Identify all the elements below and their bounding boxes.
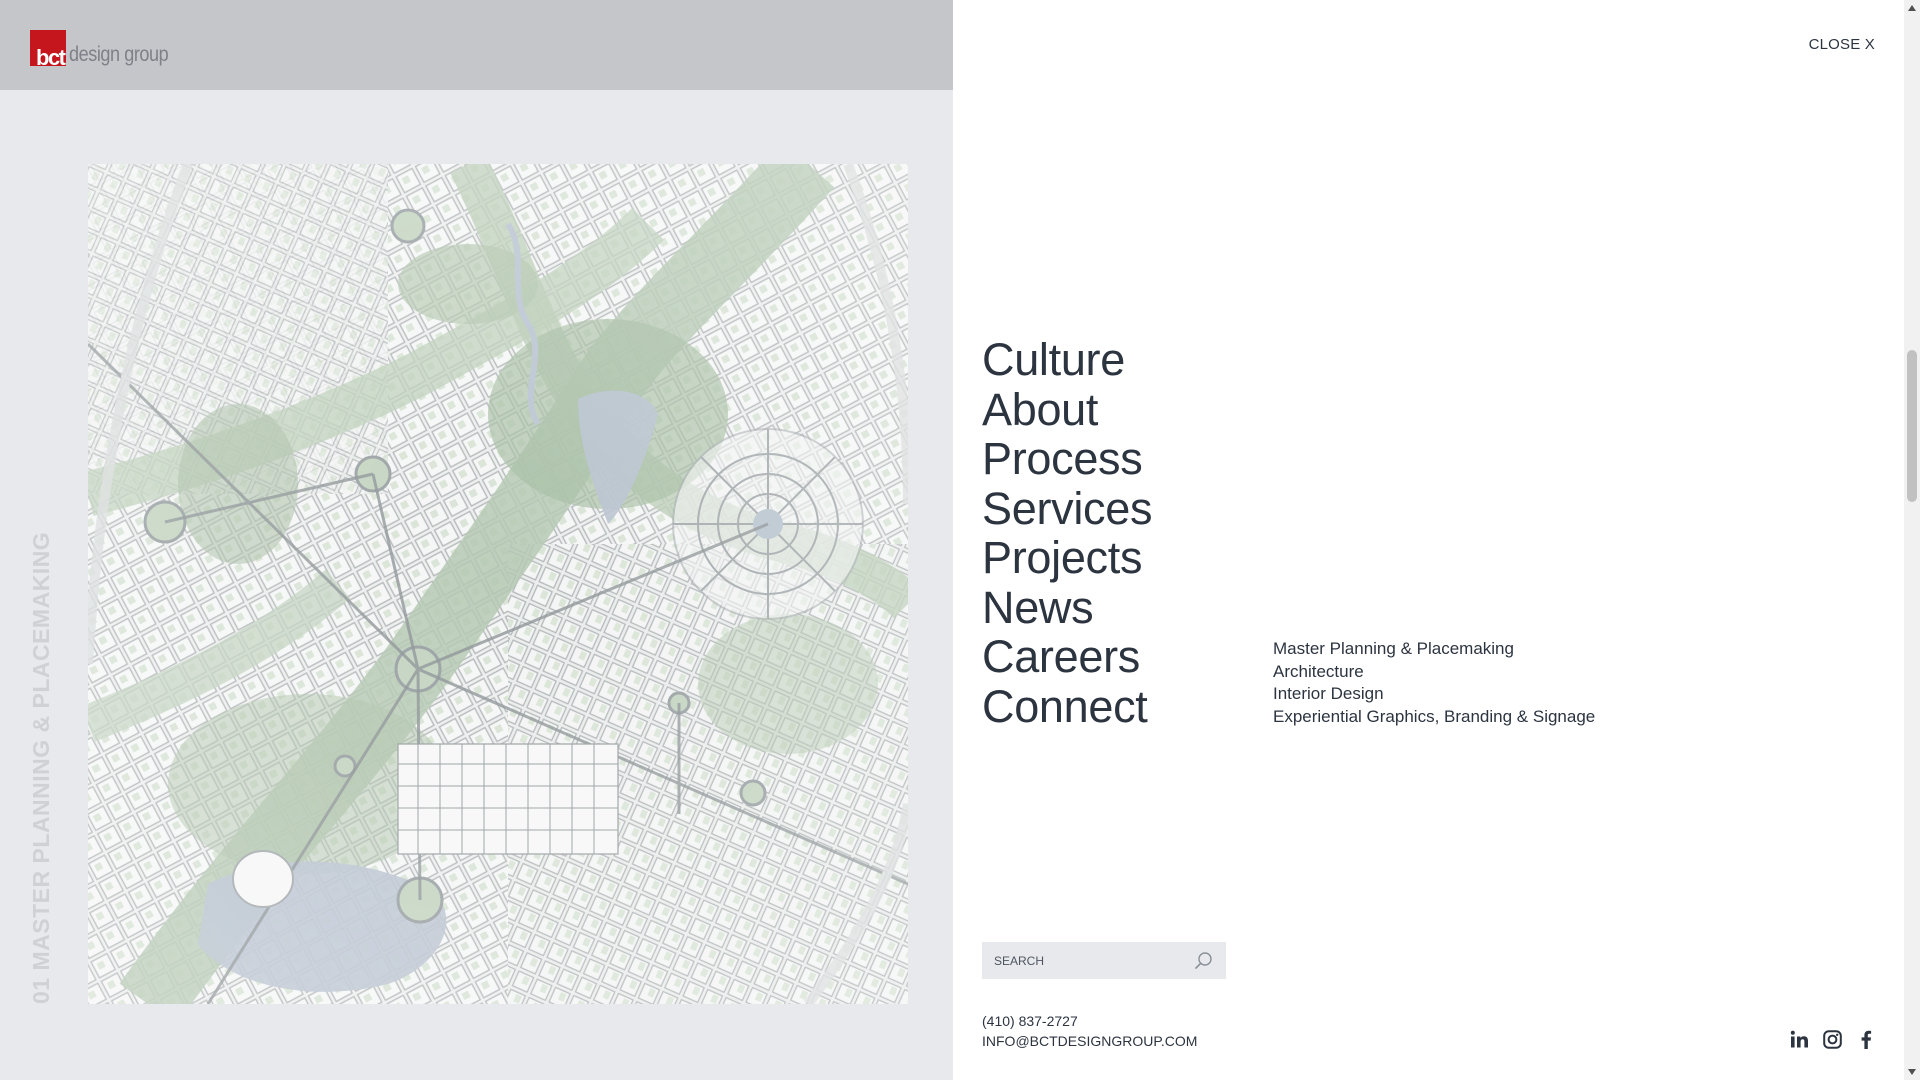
nav-item-about[interactable]: About <box>982 384 1152 435</box>
project-caption: 01 MASTER PLANNING & PLACEMAKING <box>28 532 61 1004</box>
nav-item-services[interactable]: Services <box>982 483 1152 534</box>
contact-info: (410) 837-2727 INFO@BCTDESIGNGROUP.COM <box>982 1011 1197 1051</box>
linkedin-icon[interactable] <box>1790 1030 1809 1049</box>
search-input[interactable] <box>982 942 1182 979</box>
logo-mark: bct <box>30 30 66 70</box>
facebook-icon[interactable] <box>1856 1030 1875 1049</box>
subnav-item-experiential-graphics[interactable]: Experiential Graphics, Branding & Signag… <box>1273 706 1595 729</box>
nav-item-process[interactable]: Process <box>982 434 1152 484</box>
subnav-item-interior-design[interactable]: Interior Design <box>1273 683 1595 706</box>
header-bar: bct design group <box>0 0 953 90</box>
close-menu-button[interactable]: CLOSE X <box>1809 36 1875 53</box>
logo-wordmark: design group <box>69 43 169 66</box>
master-plan-image <box>88 164 908 1004</box>
scrollbar-thumb[interactable] <box>1907 350 1917 502</box>
search-icon[interactable] <box>1194 951 1214 971</box>
page-scrollbar[interactable] <box>1904 0 1920 1080</box>
main-nav-list: Culture About Process Services Projects … <box>982 335 1152 731</box>
navigation-menu: CLOSE X Culture About Process Services P… <box>953 0 1904 1080</box>
phone-link[interactable]: (410) 837-2727 <box>982 1011 1197 1031</box>
scroll-up-arrow[interactable] <box>1904 0 1920 16</box>
subnav-item-architecture[interactable]: Architecture <box>1273 661 1595 684</box>
nav-item-culture[interactable]: Culture <box>982 335 1152 385</box>
project-caption-text: 01 MASTER PLANNING & PLACEMAKING <box>28 531 54 1004</box>
scroll-down-arrow[interactable] <box>1904 1064 1920 1080</box>
social-links <box>1790 1030 1875 1049</box>
search-box <box>982 942 1226 979</box>
nav-item-projects[interactable]: Projects <box>982 533 1152 583</box>
logo-mark-text: bct <box>36 45 66 70</box>
instagram-icon[interactable] <box>1823 1030 1842 1049</box>
nav-item-connect[interactable]: Connect <box>982 681 1152 732</box>
nav-item-news[interactable]: News <box>982 582 1152 633</box>
bct-logo[interactable]: bct design group <box>30 26 184 70</box>
email-link[interactable]: INFO@BCTDESIGNGROUP.COM <box>982 1031 1197 1051</box>
subnav-item-master-planning[interactable]: Master Planning & Placemaking <box>1273 638 1595 661</box>
services-submenu: Master Planning & Placemaking Architectu… <box>1273 638 1595 728</box>
project-preview-panel: bct design group 01 MASTER PLANNING & PL… <box>0 0 953 1080</box>
nav-item-careers[interactable]: Careers <box>982 632 1152 682</box>
